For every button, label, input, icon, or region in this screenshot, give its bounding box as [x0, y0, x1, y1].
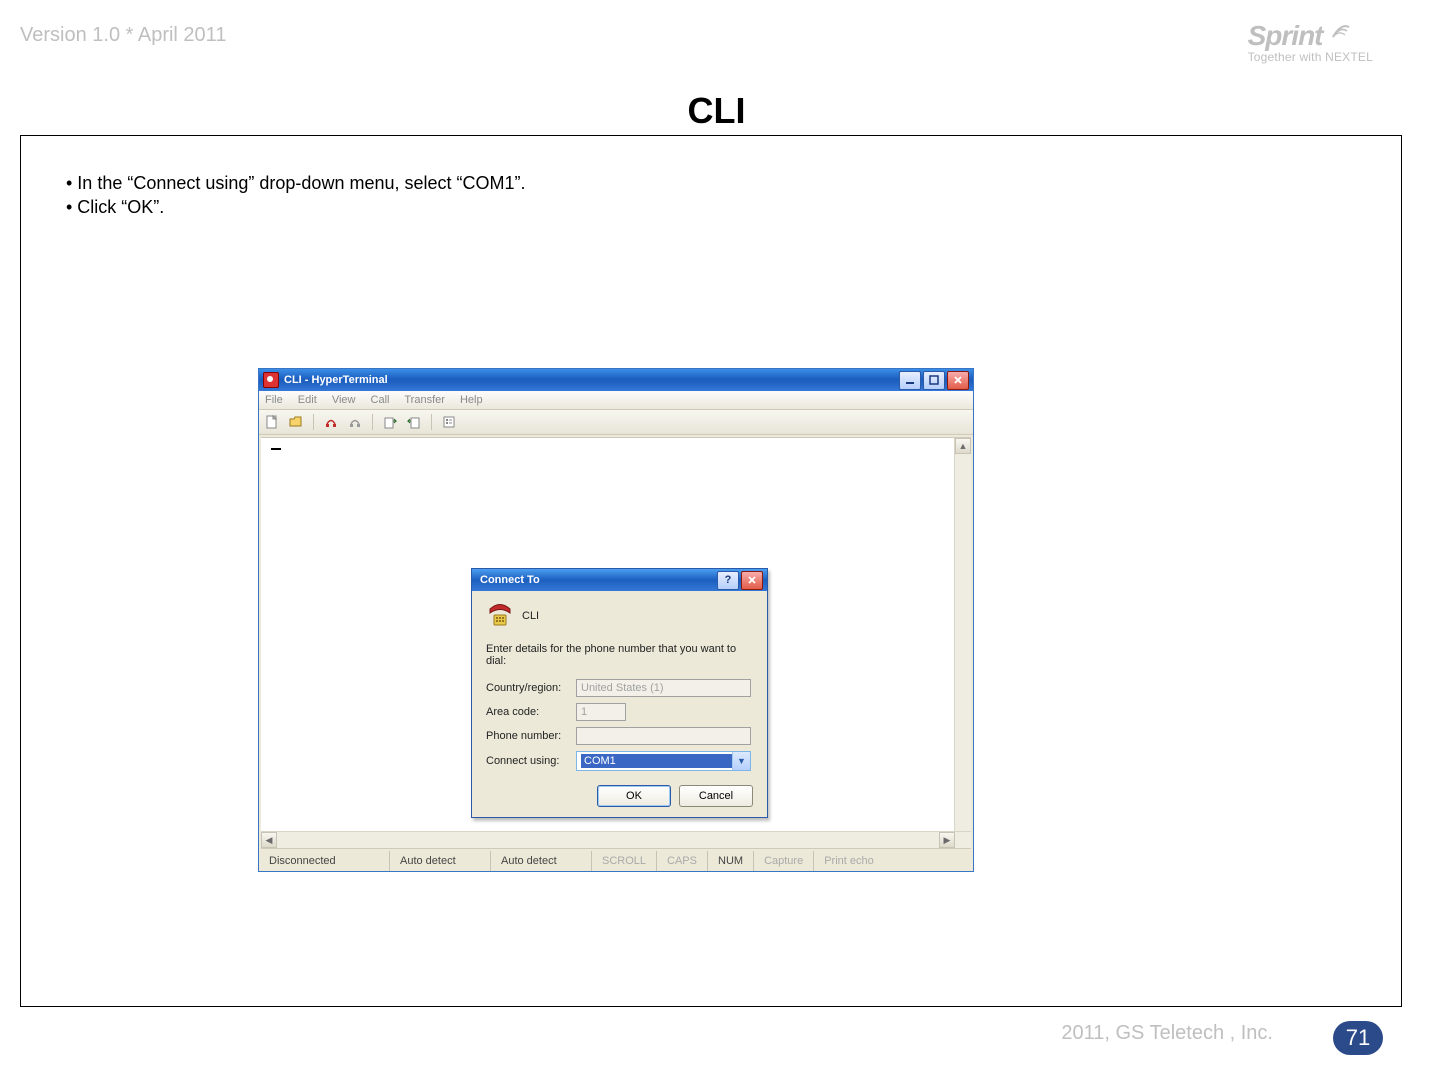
menu-call[interactable]: Call: [371, 394, 390, 406]
country-label: Country/region:: [486, 682, 576, 694]
connect-to-dialog: Connect To ?: [471, 568, 768, 818]
toolbar-separator: [431, 414, 432, 430]
dialog-connection-name: CLI: [522, 610, 539, 622]
vertical-scrollbar[interactable]: ▲ ▼: [954, 438, 971, 848]
connect-using-select[interactable]: COM1 ▼: [576, 751, 751, 771]
scroll-left-button[interactable]: ◀: [261, 832, 277, 848]
area-code-field: [576, 703, 626, 721]
page-title: CLI: [0, 90, 1433, 132]
hyperterminal-titlebar[interactable]: CLI - HyperTerminal: [259, 369, 973, 391]
disconnect-icon[interactable]: [346, 413, 364, 431]
dialog-prompt: Enter details for the phone number that …: [486, 643, 753, 667]
send-icon[interactable]: [381, 413, 399, 431]
menu-help[interactable]: Help: [460, 394, 483, 406]
dialog-title: Connect To: [476, 574, 715, 586]
status-detect-2: Auto detect: [491, 851, 592, 871]
instruction-line-1: • In the “Connect using” drop-down menu,…: [66, 171, 526, 195]
document-page: Version 1.0 * April 2011 Sprint Together…: [0, 0, 1433, 1085]
close-button[interactable]: [947, 371, 969, 390]
phone-number-label: Phone number:: [486, 730, 576, 742]
terminal-client-area[interactable]: ▲ ▼ ◀ ▶ Connect To ?: [261, 437, 971, 849]
hyperterminal-menubar[interactable]: File Edit View Call Transfer Help: [259, 391, 973, 410]
status-connection: Disconnected: [259, 851, 390, 871]
sprint-brand-text: Sprint: [1248, 20, 1323, 52]
version-line: Version 1.0 * April 2011: [20, 24, 226, 47]
instruction-line-2: • Click “OK”.: [66, 195, 526, 219]
hyperterminal-statusbar: Disconnected Auto detect Auto detect SCR…: [259, 851, 973, 871]
dialog-close-button[interactable]: [741, 571, 763, 590]
menu-transfer[interactable]: Transfer: [404, 394, 445, 406]
status-printecho: Print echo: [814, 851, 884, 871]
status-capture: Capture: [754, 851, 814, 871]
chevron-down-icon[interactable]: ▼: [732, 752, 750, 770]
country-field: [576, 679, 751, 697]
maximize-button[interactable]: [923, 371, 945, 390]
instructions: • In the “Connect using” drop-down menu,…: [66, 171, 526, 219]
status-scroll: SCROLL: [592, 851, 657, 871]
receive-icon[interactable]: [405, 413, 423, 431]
page-number-badge: 71: [1333, 1021, 1383, 1055]
minimize-button[interactable]: [899, 371, 921, 390]
connect-using-value: COM1: [581, 754, 732, 768]
text-cursor: [271, 448, 281, 450]
hyperterminal-window-title: CLI - HyperTerminal: [284, 374, 899, 386]
area-code-label: Area code:: [486, 706, 576, 718]
status-caps: CAPS: [657, 851, 708, 871]
scroll-right-button[interactable]: ▶: [939, 832, 955, 848]
sprint-logo: Sprint Together with NEXTEL: [1248, 20, 1373, 64]
toolbar-separator: [313, 414, 314, 430]
dialog-help-button[interactable]: ?: [717, 571, 739, 590]
status-num: NUM: [708, 851, 754, 871]
hyperterminal-app-icon: [263, 372, 279, 388]
menu-view[interactable]: View: [332, 394, 356, 406]
hyperterminal-toolbar: [259, 410, 973, 435]
sprint-fan-icon: [1331, 21, 1351, 39]
hyperterminal-window: CLI - HyperTerminal File Edit View Call …: [258, 368, 974, 872]
status-detect-1: Auto detect: [390, 851, 491, 871]
menu-file[interactable]: File: [265, 394, 283, 406]
horizontal-scrollbar[interactable]: ◀ ▶: [261, 831, 971, 848]
ok-button[interactable]: OK: [597, 785, 671, 807]
dialog-body: CLI Enter details for the phone number t…: [472, 591, 767, 817]
properties-icon[interactable]: [440, 413, 458, 431]
dialog-titlebar[interactable]: Connect To ?: [472, 569, 767, 591]
footer-copyright: 2011, GS Teletech , Inc.: [1061, 1022, 1273, 1045]
toolbar-separator: [372, 414, 373, 430]
cancel-button[interactable]: Cancel: [679, 785, 753, 807]
new-file-icon[interactable]: [263, 413, 281, 431]
phone-icon: [486, 603, 514, 629]
connect-using-label: Connect using:: [486, 755, 576, 767]
menu-edit[interactable]: Edit: [298, 394, 317, 406]
connect-icon[interactable]: [322, 413, 340, 431]
scroll-up-button[interactable]: ▲: [955, 438, 971, 454]
sprint-tagline: Together with NEXTEL: [1248, 50, 1373, 64]
phone-number-field: [576, 727, 751, 745]
open-file-icon[interactable]: [287, 413, 305, 431]
